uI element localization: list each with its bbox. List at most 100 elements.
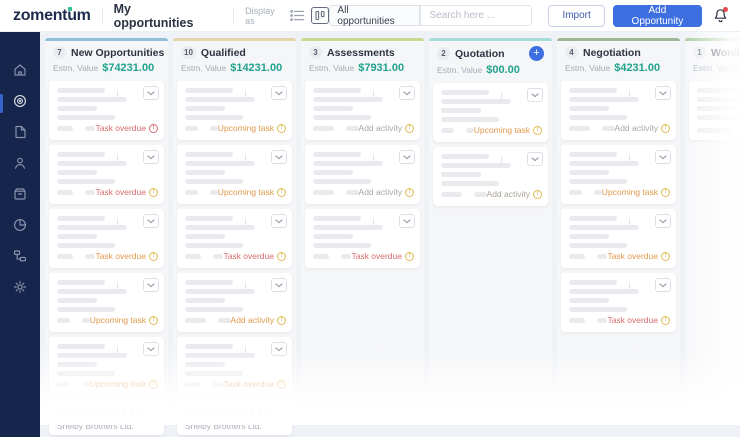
opportunity-card[interactable]: Task overdue!	[49, 81, 164, 140]
card-status[interactable]: Task overdue!	[223, 251, 286, 261]
skeleton-bar	[569, 152, 617, 157]
card-menu-button[interactable]	[271, 406, 287, 420]
opportunity-card[interactable]: Upcoming task!	[433, 83, 548, 142]
opportunity-card[interactable]: Task overdue!	[177, 209, 292, 268]
card-status[interactable]: Add activity!	[487, 189, 542, 199]
opportunity-card[interactable]: De-engineered 24/7 Shelby Brothers Ltd.	[49, 401, 164, 435]
card-status[interactable]: Add activity!	[615, 123, 670, 133]
card-status[interactable]: Upcoming task!	[474, 125, 542, 135]
opportunity-card[interactable]: Upcoming task!	[177, 145, 292, 204]
card-status[interactable]: Add activity!	[359, 187, 414, 197]
opportunity-card[interactable]: Task overdue!	[561, 273, 676, 332]
card-menu-button[interactable]	[143, 278, 159, 292]
skeleton-bar	[569, 280, 617, 285]
card-menu-button[interactable]	[655, 86, 671, 100]
skeleton-bar	[597, 253, 608, 259]
card-status[interactable]: Task overdue!	[223, 379, 286, 389]
card-footer: Task overdue!	[569, 251, 670, 261]
card-menu-button[interactable]	[271, 342, 287, 356]
card-footer: Task overdue!	[569, 315, 670, 325]
opportunity-card[interactable]: Add activity!	[305, 145, 420, 204]
skeleton-bar	[217, 317, 231, 323]
opportunity-card[interactable]: Task overdue!	[305, 209, 420, 268]
opportunity-card[interactable]: Upcoming task!	[49, 337, 164, 396]
kanban-view-icon[interactable]	[311, 7, 330, 24]
opportunity-card[interactable]: Task overdue!	[49, 209, 164, 268]
card-status[interactable]: Task overdue!	[607, 251, 670, 261]
card-status[interactable]: Task overdue!	[351, 251, 414, 261]
card-status[interactable]: Upcoming task!	[90, 379, 158, 389]
skeleton-divider	[117, 154, 118, 162]
card-footer: Upcoming task!	[57, 315, 158, 325]
sidebar-item-documents[interactable]	[0, 125, 40, 143]
card-menu-button[interactable]	[399, 86, 415, 100]
skeleton-divider	[245, 154, 246, 162]
opportunity-card[interactable]: Upcoming task!	[177, 81, 292, 140]
sidebar-item-pipelines[interactable]	[0, 250, 40, 267]
status-alert-icon: !	[661, 251, 670, 261]
import-button[interactable]: Import	[548, 4, 605, 27]
board-selector[interactable]: My opportunities	[114, 2, 223, 30]
card-menu-button[interactable]	[399, 214, 415, 228]
sidebar-item-settings-gear[interactable]	[0, 281, 40, 298]
card-menu-button[interactable]	[655, 214, 671, 228]
card-status[interactable]: Upcoming task!	[602, 187, 670, 197]
opportunity-card[interactable]: Upcoming task!	[561, 145, 676, 204]
add-card-button[interactable]: +	[529, 46, 544, 61]
sidebar-item-contacts[interactable]	[0, 157, 40, 174]
search-input[interactable]	[420, 5, 533, 26]
skeleton-bar	[697, 115, 740, 120]
opportunity-card[interactable]: Task overdue!	[561, 209, 676, 268]
card-status[interactable]: Task overdue!	[95, 123, 158, 133]
opportunity-card[interactable]: Add activity!	[433, 147, 548, 206]
divider	[101, 8, 103, 23]
opportunity-card[interactable]: Add activity!	[561, 81, 676, 140]
card-status[interactable]: Add activity!	[359, 123, 414, 133]
card-menu-button[interactable]	[527, 88, 543, 102]
card-status[interactable]: Task overdue!	[95, 187, 158, 197]
card-status[interactable]: Upcoming task!	[90, 315, 158, 325]
notifications-bell-icon[interactable]	[713, 6, 729, 24]
opportunity-card[interactable]: Add activity!	[177, 273, 292, 332]
opportunity-card[interactable]: Task overdue!	[49, 145, 164, 204]
opportunity-card[interactable]	[689, 81, 740, 140]
sidebar-item-reports-pie[interactable]	[0, 219, 40, 236]
status-alert-icon: !	[149, 251, 158, 261]
opportunity-card[interactable]: Add activity!	[305, 81, 420, 140]
opportunity-card[interactable]: Task overdue!	[177, 337, 292, 396]
opportunity-filter-select[interactable]: All opportunities	[329, 5, 421, 27]
list-view-icon[interactable]	[290, 9, 305, 22]
card-status[interactable]: Add activity!	[231, 315, 286, 325]
topbar: zomentum My opportunities Display as All…	[0, 0, 740, 32]
opportunity-card[interactable]: Upcoming task!	[49, 273, 164, 332]
card-menu-button[interactable]	[143, 214, 159, 228]
skeleton-bar	[313, 115, 371, 120]
card-status[interactable]: Upcoming task!	[218, 187, 286, 197]
card-menu-button[interactable]	[143, 342, 159, 356]
card-menu-button[interactable]	[655, 150, 671, 164]
card-menu-button[interactable]	[143, 86, 159, 100]
card-footer: Add activity!	[185, 315, 286, 325]
add-opportunity-button[interactable]: Add Opportunity	[612, 4, 703, 27]
sidebar-item-products-box[interactable]	[0, 188, 40, 205]
skeleton-divider	[501, 92, 502, 100]
column-header-row: 4 Negotiation	[565, 46, 672, 59]
card-menu-button[interactable]	[271, 214, 287, 228]
skeleton-bar	[57, 152, 105, 157]
skeleton-bar	[313, 170, 353, 175]
card-menu-button[interactable]	[399, 150, 415, 164]
opportunity-card[interactable]: De-engineered 24/7 Shelby Brothers Ltd.	[177, 401, 292, 435]
card-menu-button[interactable]	[143, 406, 159, 420]
card-menu-button[interactable]	[527, 152, 543, 166]
sidebar-item-opportunities-target[interactable]	[0, 94, 40, 113]
card-menu-button[interactable]	[655, 278, 671, 292]
card-status[interactable]: Task overdue!	[95, 251, 158, 261]
card-status[interactable]: Upcoming task!	[218, 123, 286, 133]
card-menu-button[interactable]	[271, 278, 287, 292]
estm-value: $7931.00	[358, 62, 405, 74]
card-status[interactable]: Task overdue!	[607, 315, 670, 325]
card-menu-button[interactable]	[143, 150, 159, 164]
sidebar-item-home[interactable]	[0, 64, 40, 81]
card-menu-button[interactable]	[271, 86, 287, 100]
card-menu-button[interactable]	[271, 150, 287, 164]
